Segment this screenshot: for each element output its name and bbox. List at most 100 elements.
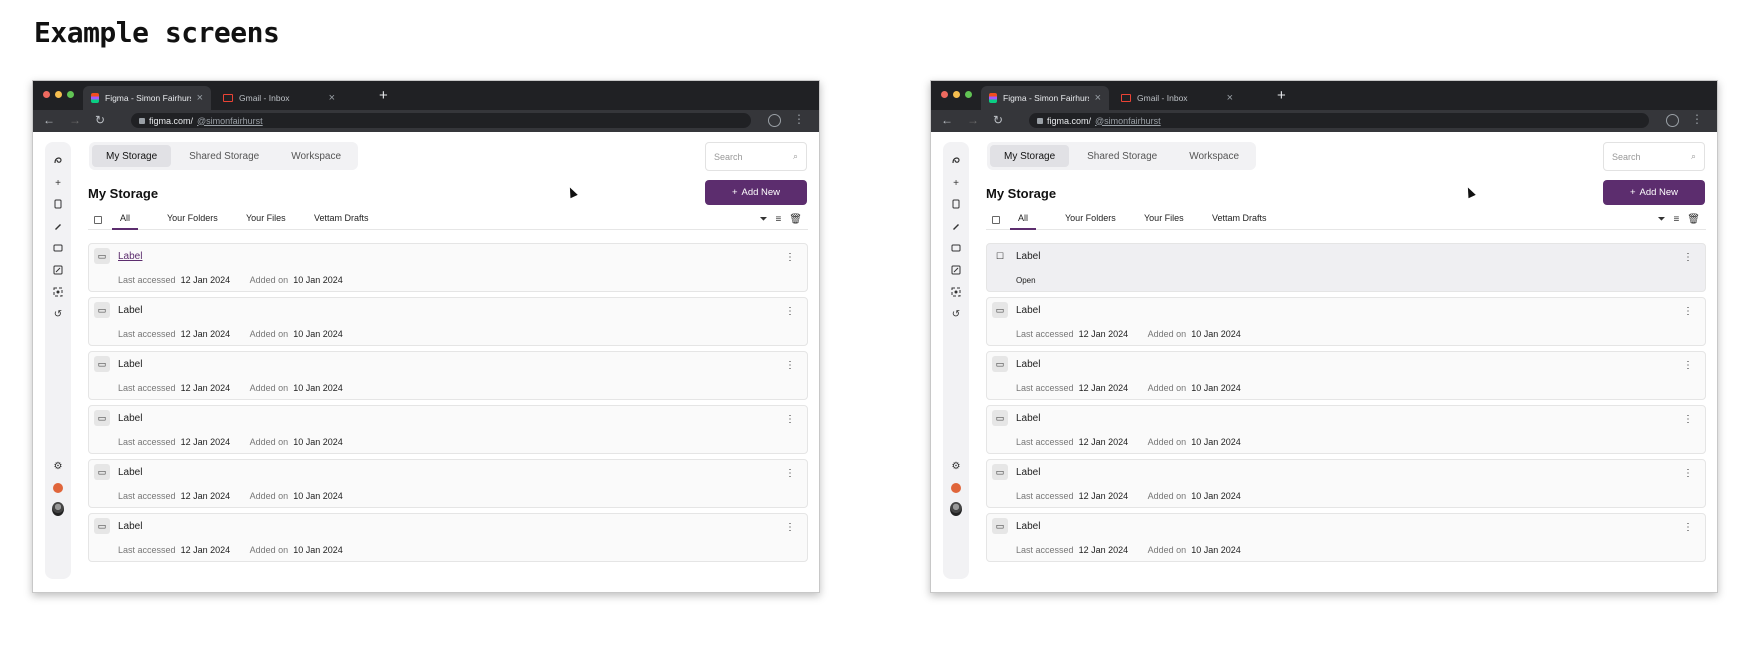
search-input[interactable]: Search ⌕	[705, 142, 807, 171]
filter-tab-files[interactable]: Your Files	[1144, 213, 1184, 223]
back-arrow-icon[interactable]: ←	[43, 113, 55, 127]
more-options-icon[interactable]: ⋮	[785, 252, 795, 263]
avatar[interactable]	[52, 502, 64, 516]
item-label[interactable]: Label	[1016, 305, 1040, 316]
plus-icon[interactable]: +	[52, 177, 64, 189]
item-label[interactable]: Label	[118, 467, 142, 478]
more-options-icon[interactable]: ⋮	[1683, 306, 1693, 317]
maximize-window-button[interactable]	[67, 91, 74, 98]
more-options-icon[interactable]: ⋮	[785, 468, 795, 479]
browser-tab-figma[interactable]: Figma - Simon Fairhurst ×	[981, 86, 1109, 110]
close-icon[interactable]: ×	[1227, 92, 1233, 104]
back-arrow-icon[interactable]: ←	[941, 113, 953, 127]
item-label[interactable]: Label	[1016, 467, 1040, 478]
item-label[interactable]: Label	[1016, 359, 1040, 370]
close-icon[interactable]: ×	[329, 92, 335, 104]
filter-icon[interactable]: ⏷	[759, 214, 767, 225]
history-icon[interactable]: ↺	[950, 308, 962, 320]
scan-icon[interactable]	[52, 286, 64, 298]
scan-icon[interactable]	[950, 286, 962, 298]
item-label[interactable]: Label	[118, 305, 142, 316]
avatar[interactable]	[950, 502, 962, 516]
settings-icon[interactable]: ⚙	[950, 460, 962, 472]
segment-my-storage[interactable]: My Storage	[92, 145, 172, 167]
filter-tab-folders[interactable]: Your Folders	[167, 213, 218, 223]
browser-menu-icon[interactable]: ⋮	[793, 112, 805, 126]
segment-shared-storage[interactable]: Shared Storage	[1073, 145, 1171, 167]
new-tab-button[interactable]: +	[379, 87, 388, 104]
list-item[interactable]: ▭ Label Last accessed 12 Jan 2024 Added …	[986, 513, 1706, 562]
forward-arrow-icon[interactable]: →	[69, 113, 81, 127]
status-icon[interactable]	[52, 482, 64, 494]
list-item[interactable]: ▭ Label Last accessed 12 Jan 2024 Added …	[986, 297, 1706, 346]
more-options-icon[interactable]: ⋮	[1683, 522, 1693, 533]
browser-tab-gmail[interactable]: Gmail - Inbox ×	[1113, 86, 1241, 110]
item-label[interactable]: Label	[1016, 413, 1040, 424]
browser-tab-gmail[interactable]: Gmail - Inbox ×	[215, 86, 343, 110]
list-item[interactable]: ▭ Label Last accessed 12 Jan 2024 Added …	[88, 297, 808, 346]
logo-icon[interactable]	[950, 154, 962, 166]
new-tab-button[interactable]: +	[1277, 87, 1286, 104]
list-item[interactable]: ▭ Label Last accessed 12 Jan 2024 Added …	[88, 405, 808, 454]
list-item[interactable]: ▭ Label Last accessed 12 Jan 2024 Added …	[88, 351, 808, 400]
list-item[interactable]: ▭ Label Last accessed 12 Jan 2024 Added …	[88, 513, 808, 562]
list-item[interactable]: ▭ Label Last accessed 12 Jan 2024 Added …	[88, 243, 808, 292]
list-item[interactable]: ▭ Label Last accessed 12 Jan 2024 Added …	[88, 459, 808, 508]
close-window-button[interactable]	[941, 91, 948, 98]
history-icon[interactable]: ↺	[52, 308, 64, 320]
settings-icon[interactable]: ⚙	[52, 460, 64, 472]
reload-icon[interactable]: ↻	[95, 113, 105, 127]
sort-icon[interactable]: ≡	[775, 214, 781, 225]
close-icon[interactable]: ×	[197, 92, 203, 104]
profile-icon[interactable]	[1666, 114, 1679, 127]
edit-icon[interactable]	[950, 264, 962, 276]
more-options-icon[interactable]: ⋮	[785, 360, 795, 371]
minimize-window-button[interactable]	[55, 91, 62, 98]
address-field[interactable]: figma.com/@simonfairhurst	[131, 113, 751, 128]
close-window-button[interactable]	[43, 91, 50, 98]
pen-icon[interactable]	[52, 220, 64, 232]
item-label[interactable]: Label	[118, 251, 142, 262]
filter-tab-folders[interactable]: Your Folders	[1065, 213, 1116, 223]
filter-icon[interactable]: ⏷	[1657, 214, 1665, 225]
filter-tab-all[interactable]: All	[112, 213, 139, 230]
minimize-window-button[interactable]	[953, 91, 960, 98]
card-icon[interactable]	[52, 242, 64, 254]
more-options-icon[interactable]: ⋮	[785, 522, 795, 533]
browser-menu-icon[interactable]: ⋮	[1691, 112, 1703, 126]
search-input[interactable]: Search ⌕	[1603, 142, 1705, 171]
segment-workspace[interactable]: Workspace	[1175, 145, 1253, 167]
card-icon[interactable]	[950, 242, 962, 254]
edit-icon[interactable]	[52, 264, 64, 276]
filter-tab-files[interactable]: Your Files	[246, 213, 286, 223]
maximize-window-button[interactable]	[965, 91, 972, 98]
select-all-checkbox[interactable]	[992, 216, 1000, 224]
open-action[interactable]: Open	[1016, 276, 1036, 285]
browser-tab-figma[interactable]: Figma - Simon Fairhurst ×	[83, 86, 211, 110]
segment-my-storage[interactable]: My Storage	[990, 145, 1070, 167]
item-label[interactable]: Label	[118, 359, 142, 370]
close-icon[interactable]: ×	[1095, 92, 1101, 104]
more-options-icon[interactable]: ⋮	[1683, 360, 1693, 371]
item-label[interactable]: Label	[1016, 521, 1040, 532]
forward-arrow-icon[interactable]: →	[967, 113, 979, 127]
list-item[interactable]: ▭ Label Last accessed 12 Jan 2024 Added …	[986, 459, 1706, 508]
item-label[interactable]: Label	[118, 521, 142, 532]
item-label[interactable]: Label	[1016, 251, 1040, 262]
segment-shared-storage[interactable]: Shared Storage	[175, 145, 273, 167]
filter-tab-drafts[interactable]: Vettam Drafts	[314, 213, 369, 223]
list-item[interactable]: ☐ Label ⋮ Open	[986, 243, 1706, 292]
address-field[interactable]: figma.com/@simonfairhurst	[1029, 113, 1649, 128]
list-item[interactable]: ▭ Label Last accessed 12 Jan 2024 Added …	[986, 405, 1706, 454]
add-new-button[interactable]: + Add New	[705, 180, 807, 205]
select-all-checkbox[interactable]	[94, 216, 102, 224]
item-label[interactable]: Label	[118, 413, 142, 424]
status-icon[interactable]	[950, 482, 962, 494]
trash-icon[interactable]: 🗑	[1687, 214, 1700, 225]
add-new-button[interactable]: + Add New	[1603, 180, 1705, 205]
more-options-icon[interactable]: ⋮	[1683, 468, 1693, 479]
document-icon[interactable]	[950, 198, 962, 210]
logo-icon[interactable]	[52, 154, 64, 166]
segment-workspace[interactable]: Workspace	[277, 145, 355, 167]
checkbox-icon[interactable]: ☐	[992, 248, 1008, 264]
